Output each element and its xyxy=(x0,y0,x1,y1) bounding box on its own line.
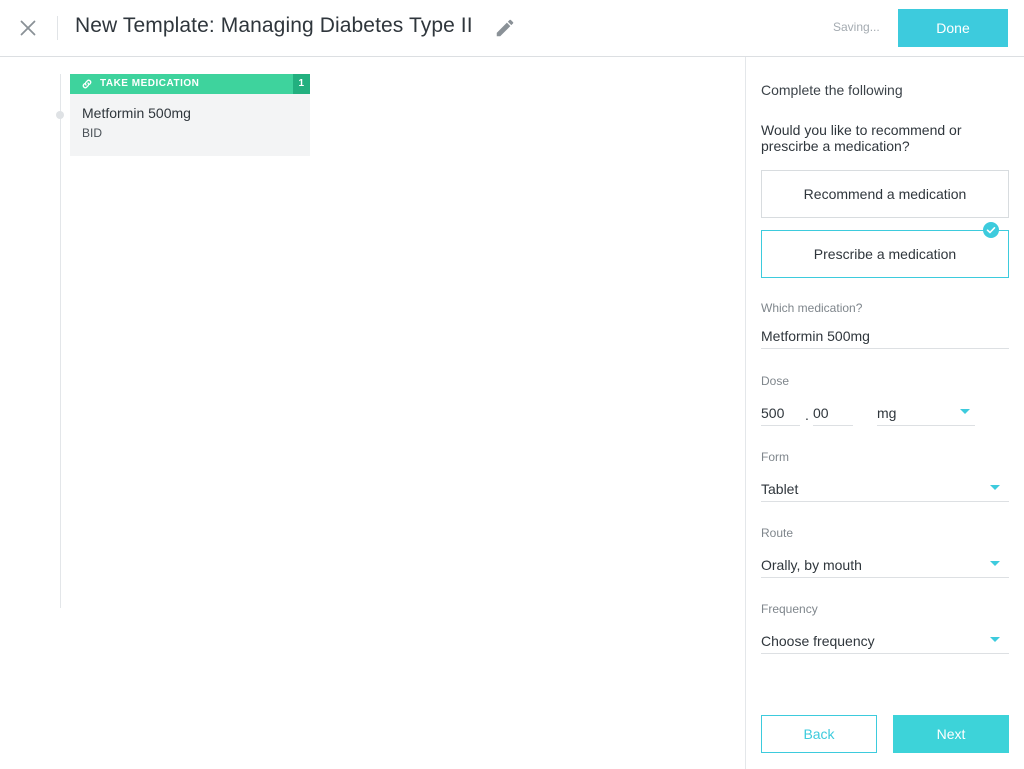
prescribe-medication-option[interactable]: Prescribe a medication xyxy=(761,230,1009,278)
frequency-select[interactable]: Choose frequency xyxy=(761,633,875,649)
header-divider xyxy=(57,16,58,40)
panel-heading: Complete the following xyxy=(761,82,903,98)
step-header: TAKE MEDICATION 1 xyxy=(70,74,310,94)
saving-status: Saving... xyxy=(833,20,880,34)
step-card[interactable]: TAKE MEDICATION 1 Metformin 500mg BID xyxy=(70,74,310,156)
page-title: New Template: Managing Diabetes Type II xyxy=(75,14,473,37)
pencil-icon[interactable] xyxy=(494,17,516,39)
medication-underline xyxy=(761,348,1009,349)
next-button[interactable]: Next xyxy=(893,715,1009,753)
route-select[interactable]: Orally, by mouth xyxy=(761,557,862,573)
top-bar: New Template: Managing Diabetes Type II … xyxy=(0,0,1024,57)
frequency-label: Frequency xyxy=(761,602,818,616)
question-text: Would you like to recommend or prescirbe… xyxy=(761,122,962,154)
dose-unit-underline xyxy=(877,425,975,426)
close-icon[interactable] xyxy=(16,16,40,40)
step-medication-name: Metformin 500mg xyxy=(82,105,191,121)
frequency-chevron-icon[interactable] xyxy=(990,637,1000,642)
dose-decimal-input[interactable]: 00 xyxy=(813,405,829,421)
dose-separator: . xyxy=(805,407,809,423)
step-count-badge: 1 xyxy=(293,74,310,94)
form-chevron-icon[interactable] xyxy=(990,485,1000,490)
medication-input[interactable]: Metformin 500mg xyxy=(761,328,870,344)
timeline-line xyxy=(60,74,61,608)
form-label: Form xyxy=(761,450,789,464)
recommend-medication-option[interactable]: Recommend a medication xyxy=(761,170,1009,218)
back-button[interactable]: Back xyxy=(761,715,877,753)
dose-whole-underline xyxy=(761,425,800,426)
medication-label: Which medication? xyxy=(761,301,863,315)
route-underline xyxy=(761,577,1009,578)
dose-decimal-underline xyxy=(813,425,853,426)
done-button[interactable]: Done xyxy=(898,9,1008,47)
step-frequency: BID xyxy=(82,126,103,140)
route-label: Route xyxy=(761,526,794,540)
frequency-underline xyxy=(761,653,1009,654)
dose-whole-input[interactable]: 500 xyxy=(761,405,784,421)
form-select[interactable]: Tablet xyxy=(761,481,798,497)
form-underline xyxy=(761,501,1009,502)
step-type-label: TAKE MEDICATION xyxy=(100,78,200,89)
dose-unit-select[interactable]: mg xyxy=(877,405,896,421)
link-icon xyxy=(81,78,93,90)
route-chevron-icon[interactable] xyxy=(990,561,1000,566)
timeline-node xyxy=(56,111,64,119)
dose-unit-chevron-icon[interactable] xyxy=(960,409,970,414)
dose-label: Dose xyxy=(761,374,790,388)
template-canvas: TAKE MEDICATION 1 Metformin 500mg BID xyxy=(0,57,745,769)
check-icon xyxy=(983,222,999,238)
step-form-panel: Complete the following Would you like to… xyxy=(745,57,1024,769)
